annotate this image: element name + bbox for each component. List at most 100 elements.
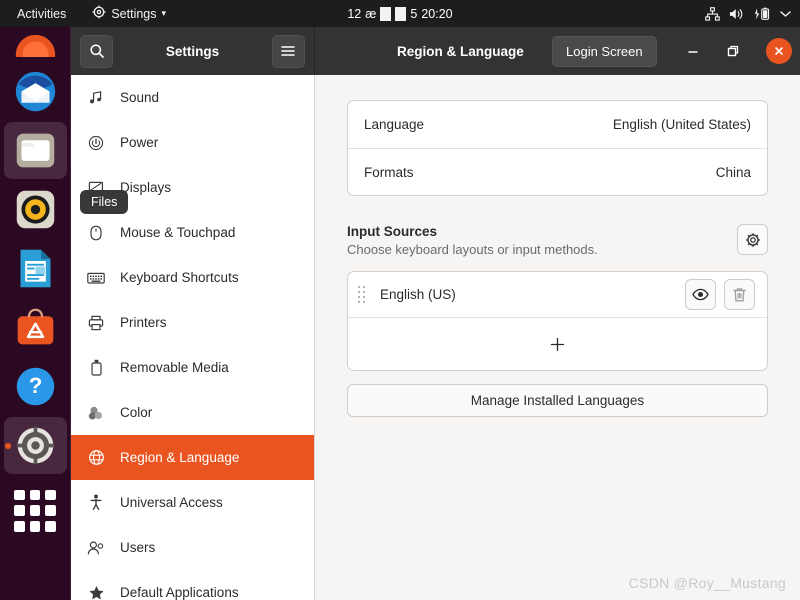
close-icon: [775, 47, 783, 55]
app-menu-button[interactable]: Settings ▾: [86, 2, 172, 25]
power-icon: [87, 134, 105, 152]
activities-button[interactable]: Activities: [11, 4, 72, 24]
plus-icon: [550, 337, 565, 351]
sidebar-item-region-language[interactable]: Region & Language: [71, 435, 314, 480]
system-status-area[interactable]: [705, 0, 791, 27]
minimize-icon: [688, 51, 698, 53]
dock-item-ubuntu-software[interactable]: [4, 299, 67, 356]
users-icon: [87, 539, 105, 557]
sidebar-item-universal-access[interactable]: Universal Access: [71, 480, 314, 525]
gear-icon: [745, 232, 760, 247]
input-sources-title: Input Sources: [347, 224, 438, 239]
ubuntu-dock: ?: [0, 27, 71, 600]
sidebar-item-keyboard-shortcuts[interactable]: Keyboard Shortcuts: [71, 255, 314, 300]
sidebar-header: Settings: [71, 27, 315, 75]
settings-sidebar[interactable]: Sound Power Displays Mouse & Touchpad Ke…: [71, 75, 315, 600]
chevron-down-icon: ▾: [161, 8, 167, 18]
settings-app-icon: [92, 5, 106, 22]
removable-media-icon: [87, 359, 105, 377]
dock-item-files[interactable]: [3, 122, 67, 179]
sidebar-item-mouse-touchpad[interactable]: Mouse & Touchpad: [71, 210, 314, 255]
keyboard-icon: [87, 269, 105, 287]
window-header-bar: Settings Region & Language Login Screen: [71, 27, 800, 75]
sidebar-item-power[interactable]: Power: [71, 120, 314, 165]
dock-item-libreoffice-writer[interactable]: [4, 240, 67, 297]
preview-layout-button[interactable]: [685, 279, 716, 310]
hamburger-menu-icon: [281, 46, 296, 56]
manage-installed-languages-button[interactable]: Manage Installed Languages: [347, 384, 768, 417]
star-icon: [87, 584, 105, 600]
sidebar-item-label: Default Applications: [120, 585, 239, 600]
clock-day: 5: [410, 6, 418, 21]
dock-item-help[interactable]: ?: [4, 358, 67, 415]
sidebar-item-label: Users: [120, 540, 156, 555]
dock-item-thunderbird[interactable]: [4, 63, 67, 120]
search-icon: [89, 44, 104, 58]
input-sources-text-group: Input Sources Choose keyboard layouts or…: [347, 224, 598, 257]
formats-row-label: Formats: [364, 164, 414, 180]
sidebar-item-label: Region & Language: [120, 450, 240, 465]
clock-button[interactable]: 12 æ 5 20:20: [347, 6, 453, 21]
globe-icon: [87, 449, 105, 467]
dropdown-arrow-icon: [780, 10, 791, 18]
sidebar-item-removable-media[interactable]: Removable Media: [71, 345, 314, 390]
sidebar-item-printers[interactable]: Printers: [71, 300, 314, 345]
search-button[interactable]: [80, 34, 113, 68]
color-icon: [87, 404, 105, 422]
input-source-row[interactable]: English (US): [348, 272, 767, 317]
sidebar-item-sound[interactable]: Sound: [71, 75, 314, 120]
input-sources-subtitle: Choose keyboard layouts or input methods…: [347, 242, 598, 257]
minimize-button[interactable]: [679, 37, 707, 65]
sidebar-item-label: Universal Access: [120, 495, 223, 510]
rhythmbox-icon: [16, 190, 54, 229]
formats-row-value: China: [715, 164, 751, 180]
region-language-panel: Language English (United States) Formats…: [315, 75, 800, 600]
sidebar-item-users[interactable]: Users: [71, 525, 314, 570]
dock-item-firefox[interactable]: [4, 31, 67, 57]
missing-glyph-box-2: [395, 6, 407, 21]
settings-gear-icon: [16, 426, 54, 465]
sidebar-item-default-applications[interactable]: Default Applications: [71, 570, 314, 600]
main-menu-button[interactable]: [271, 34, 305, 68]
watermark: CSDN @Roy__Mustang: [628, 575, 786, 591]
language-row[interactable]: Language English (United States): [348, 101, 767, 148]
sidebar-item-color[interactable]: Color: [71, 390, 314, 435]
dock-item-rhythmbox[interactable]: [4, 181, 67, 238]
activities-label: Activities: [17, 6, 67, 21]
libreoffice-writer-icon: [20, 249, 50, 288]
language-formats-card: Language English (United States) Formats…: [347, 100, 768, 196]
remove-input-source-button[interactable]: [724, 279, 755, 310]
input-sources-card: English (US): [347, 271, 768, 371]
files-icon: [16, 133, 54, 168]
maximize-button[interactable]: [719, 37, 747, 65]
sidebar-item-label: Keyboard Shortcuts: [120, 270, 239, 285]
clock-time: 20:20: [421, 6, 453, 21]
thunderbird-icon: [15, 71, 55, 112]
missing-glyph-box-1: [380, 6, 392, 21]
add-input-source-button[interactable]: [348, 317, 767, 370]
volume-icon: [729, 7, 745, 21]
printer-icon: [87, 314, 105, 332]
dock-item-show-applications[interactable]: [4, 482, 67, 539]
login-screen-button[interactable]: Login Screen: [552, 35, 657, 67]
formats-row[interactable]: Formats China: [348, 148, 767, 195]
language-row-value: English (United States): [612, 117, 751, 132]
app-grid-icon: [14, 489, 56, 532]
network-icon: [705, 6, 720, 21]
battery-icon: [754, 7, 771, 21]
tooltip-label: Files: [91, 195, 118, 209]
top-bar-left-group: Activities Settings ▾: [0, 2, 172, 25]
running-indicator-dot: [4, 442, 11, 449]
sidebar-title: Settings: [165, 43, 220, 59]
svg-text:?: ?: [28, 373, 42, 398]
sidebar-item-label: Power: [120, 135, 159, 150]
drag-handle-icon[interactable]: [358, 286, 370, 303]
help-icon: ?: [16, 367, 54, 406]
input-source-options-button[interactable]: [737, 224, 768, 255]
dock-item-settings[interactable]: [3, 417, 67, 474]
input-source-name: English (US): [380, 287, 456, 302]
input-sources-header: Input Sources Choose keyboard layouts or…: [347, 224, 768, 257]
login-screen-label: Login Screen: [566, 43, 643, 59]
close-button[interactable]: [766, 38, 792, 64]
sidebar-item-label: Displays: [120, 180, 172, 195]
